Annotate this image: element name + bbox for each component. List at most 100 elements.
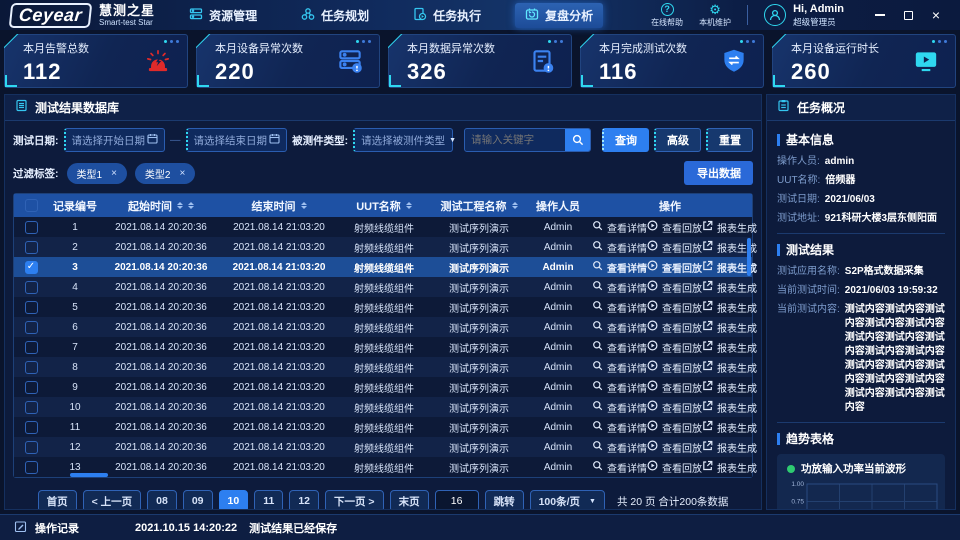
online-help-button[interactable]: ? 在线帮助 — [651, 3, 683, 28]
row-checkbox[interactable] — [25, 461, 38, 474]
row-checkbox[interactable] — [25, 381, 38, 394]
row-checkbox[interactable] — [25, 361, 38, 374]
start-date-input[interactable]: 请选择开始日期 — [64, 128, 166, 152]
jump-button[interactable]: 跳转 — [485, 490, 524, 510]
maximize-button[interactable] — [894, 0, 922, 30]
advanced-button[interactable]: 高级 — [654, 128, 701, 152]
horizontal-scrollbar[interactable] — [70, 473, 108, 477]
view-replay-action[interactable]: 查看回放 — [647, 280, 702, 295]
view-replay-action[interactable]: 查看回放 — [647, 260, 702, 275]
local-maintenance-button[interactable]: ⚙ 本机维护 — [699, 3, 731, 28]
generate-report-action[interactable]: 报表生成 — [702, 300, 757, 315]
nav-task-execution[interactable]: 任务执行 — [403, 3, 491, 28]
view-detail-action[interactable]: 查看详情 — [592, 280, 647, 295]
generate-report-action[interactable]: 报表生成 — [702, 380, 757, 395]
first-page-button[interactable]: 首页 — [38, 490, 77, 510]
page-button-09[interactable]: 09 — [183, 490, 213, 510]
generate-report-action[interactable]: 报表生成 — [702, 220, 757, 235]
view-detail-action[interactable]: 查看详情 — [592, 400, 647, 415]
minimize-button[interactable] — [866, 0, 894, 30]
table-row[interactable]: 42021.08.14 20:20:362021.08.14 21:03:20射… — [14, 277, 752, 297]
table-row[interactable]: ✓32021.08.14 20:20:362021.08.14 21:03:20… — [14, 257, 752, 277]
generate-report-action[interactable]: 报表生成 — [702, 320, 757, 335]
nav-review-analysis[interactable]: 复盘分析 — [515, 3, 603, 28]
generate-report-action[interactable]: 报表生成 — [702, 400, 757, 415]
row-checkbox[interactable]: ✓ — [25, 261, 38, 274]
table-row[interactable]: 122021.08.14 20:20:362021.08.14 21:03:20… — [14, 437, 752, 457]
view-detail-action[interactable]: 查看详情 — [592, 300, 647, 315]
last-page-button[interactable]: 末页 — [390, 490, 429, 510]
nav-resource-management[interactable]: 资源管理 — [179, 3, 267, 28]
end-date-input[interactable]: 请选择结束日期 — [186, 128, 288, 152]
table-row[interactable]: 82021.08.14 20:20:362021.08.14 21:03:20射… — [14, 357, 752, 377]
row-checkbox[interactable] — [25, 341, 38, 354]
page-size-select[interactable]: 100条/页▼ — [530, 490, 605, 510]
table-row[interactable]: 22021.08.14 20:20:362021.08.14 21:03:20射… — [14, 237, 752, 257]
sort-icon[interactable] — [177, 202, 183, 209]
view-detail-action[interactable]: 查看详情 — [592, 260, 647, 275]
filter-tag[interactable]: 类型2× — [135, 163, 195, 184]
vertical-scrollbar[interactable] — [747, 238, 751, 276]
view-detail-action[interactable]: 查看详情 — [592, 420, 647, 435]
view-detail-action[interactable]: 查看详情 — [592, 320, 647, 335]
row-checkbox[interactable] — [25, 401, 38, 414]
keyword-input[interactable] — [465, 129, 565, 151]
table-row[interactable]: 62021.08.14 20:20:362021.08.14 21:03:20射… — [14, 317, 752, 337]
view-detail-action[interactable]: 查看详情 — [592, 360, 647, 375]
sort-icon[interactable] — [406, 202, 412, 209]
page-button-11[interactable]: 11 — [254, 490, 283, 510]
table-row[interactable]: 72021.08.14 20:20:362021.08.14 21:03:20射… — [14, 337, 752, 357]
view-replay-action[interactable]: 查看回放 — [647, 220, 702, 235]
view-detail-action[interactable]: 查看详情 — [592, 460, 647, 475]
sort-icon[interactable] — [301, 202, 307, 209]
user-menu[interactable]: Hi, Admin 超级管理员 — [764, 3, 844, 28]
view-replay-action[interactable]: 查看回放 — [647, 400, 702, 415]
generate-report-action[interactable]: 报表生成 — [702, 420, 757, 435]
column-header-4[interactable]: UUT名称 — [338, 198, 430, 214]
view-replay-action[interactable]: 查看回放 — [647, 440, 702, 455]
generate-report-action[interactable]: 报表生成 — [702, 360, 757, 375]
view-detail-action[interactable]: 查看详情 — [592, 380, 647, 395]
view-detail-action[interactable]: 查看详情 — [592, 240, 647, 255]
row-checkbox[interactable] — [25, 301, 38, 314]
table-row[interactable]: 52021.08.14 20:20:362021.08.14 21:03:20射… — [14, 297, 752, 317]
page-button-12[interactable]: 12 — [289, 490, 319, 510]
view-replay-action[interactable]: 查看回放 — [647, 240, 702, 255]
export-data-button[interactable]: 导出数据 — [684, 161, 753, 185]
column-header-3[interactable]: 结束时间 — [220, 198, 338, 214]
uut-type-select[interactable]: 请选择被测件类型 ▼ — [353, 128, 453, 152]
close-button[interactable]: × — [922, 0, 950, 30]
query-button[interactable]: 查询 — [602, 128, 649, 152]
column-header-5[interactable]: 测试工程名称 — [430, 198, 528, 214]
close-icon[interactable]: × — [111, 168, 117, 179]
page-button-10[interactable]: 10 — [219, 490, 249, 510]
table-row[interactable]: 132021.08.14 20:20:362021.08.14 21:03:20… — [14, 457, 752, 477]
generate-report-action[interactable]: 报表生成 — [702, 440, 757, 455]
row-checkbox[interactable] — [25, 321, 38, 334]
view-replay-action[interactable]: 查看回放 — [647, 300, 702, 315]
view-replay-action[interactable]: 查看回放 — [647, 320, 702, 335]
nav-task-planning[interactable]: 任务规划 — [291, 3, 379, 28]
row-checkbox[interactable] — [25, 241, 38, 254]
table-row[interactable]: 12021.08.14 20:20:362021.08.14 21:03:20射… — [14, 217, 752, 237]
table-row[interactable]: 92021.08.14 20:20:362021.08.14 21:03:20射… — [14, 377, 752, 397]
row-checkbox[interactable] — [25, 421, 38, 434]
view-replay-action[interactable]: 查看回放 — [647, 420, 702, 435]
close-icon[interactable]: × — [179, 168, 185, 179]
page-button-08[interactable]: 08 — [147, 490, 177, 510]
table-row[interactable]: 112021.08.14 20:20:362021.08.14 21:03:20… — [14, 417, 752, 437]
search-button[interactable] — [565, 129, 590, 151]
view-detail-action[interactable]: 查看详情 — [592, 440, 647, 455]
row-checkbox[interactable] — [25, 441, 38, 454]
table-row[interactable]: 102021.08.14 20:20:362021.08.14 21:03:20… — [14, 397, 752, 417]
sort-icon[interactable] — [188, 202, 194, 209]
row-checkbox[interactable] — [25, 281, 38, 294]
prev-page-button[interactable]: < 上一页 — [83, 490, 142, 510]
column-header-2[interactable]: 起始时间 — [102, 198, 220, 214]
row-checkbox[interactable] — [25, 221, 38, 234]
filter-tag[interactable]: 类型1× — [67, 163, 127, 184]
view-replay-action[interactable]: 查看回放 — [647, 340, 702, 355]
generate-report-action[interactable]: 报表生成 — [702, 460, 757, 475]
reset-button[interactable]: 重置 — [706, 128, 753, 152]
select-all-checkbox[interactable] — [25, 199, 38, 212]
